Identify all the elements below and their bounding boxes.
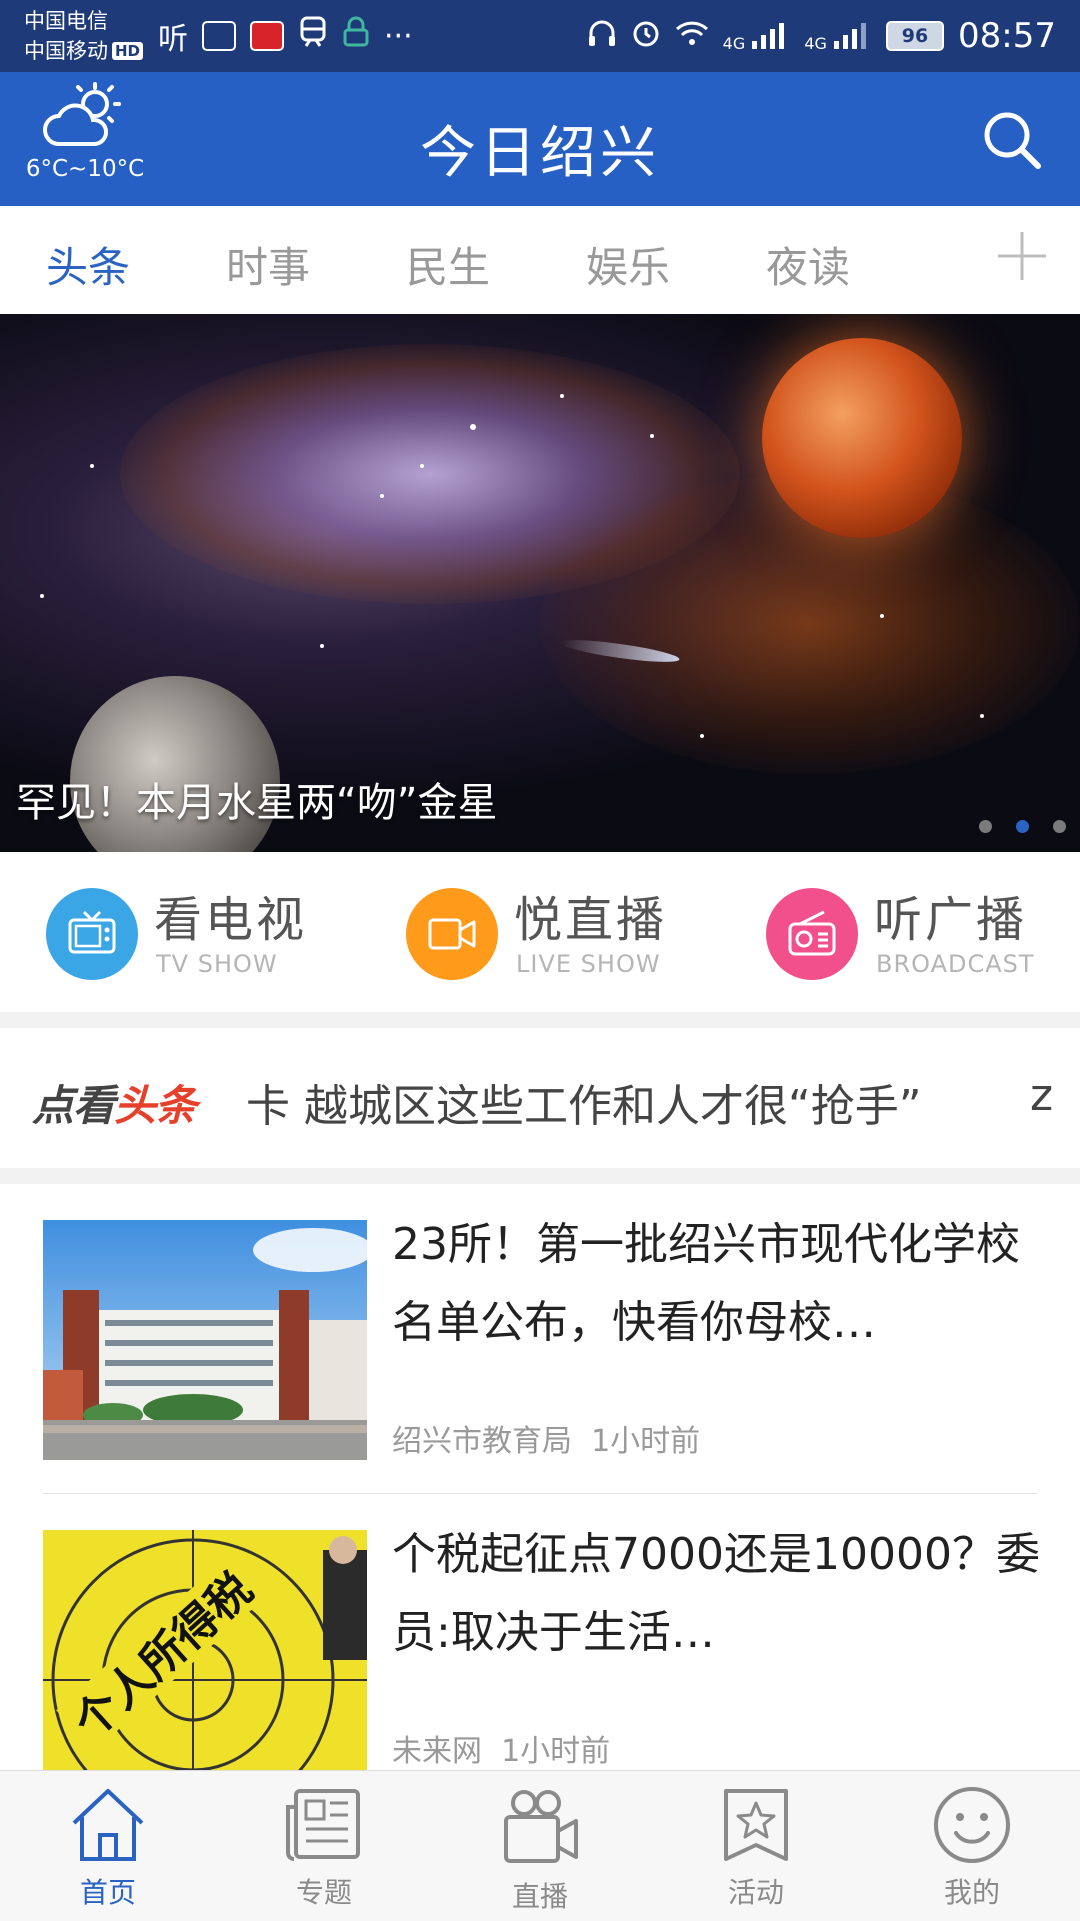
- radio-icon: [766, 888, 858, 980]
- carrier-1: 中国电信: [24, 9, 108, 33]
- star: [320, 644, 324, 648]
- star: [420, 464, 424, 468]
- signal-1-icon: 4G: [723, 21, 791, 52]
- news-time: 1小时前: [591, 1424, 701, 1459]
- alarm-icon: [631, 18, 661, 55]
- battery-indicator: 96: [886, 21, 945, 51]
- tv-show-entry[interactable]: 看电视 TV SHOW: [46, 886, 376, 986]
- news-time: 1小时前: [501, 1734, 611, 1769]
- news-thumbnail-school: [43, 1220, 367, 1460]
- carousel-dot-active[interactable]: [1016, 820, 1029, 833]
- smiley-icon: [934, 1787, 1010, 1863]
- nav-me-label: 我的: [943, 1876, 1000, 1909]
- section-divider: [0, 1168, 1080, 1184]
- ticker-headline[interactable]: 卡 越城区这些工作和人才很“抢手”: [246, 1070, 922, 1134]
- news-meta: 未来网 1小时前: [392, 1726, 610, 1770]
- listen-app-icon: 听: [158, 22, 188, 57]
- news-title[interactable]: 23所！第一批绍兴市现代化学校名单公布，快看你母校…: [392, 1206, 1042, 1362]
- ticker-logo: 点看头条: [32, 1081, 197, 1130]
- star: [470, 424, 476, 430]
- video-camera-icon: [504, 1790, 578, 1863]
- nav-activities[interactable]: 活动: [648, 1771, 864, 1921]
- wifi-icon: [675, 19, 709, 54]
- signal-2-icon: 4G: [804, 21, 872, 52]
- banner-caption[interactable]: 罕见！本月水星两“吻”金星: [16, 770, 497, 828]
- banner-carousel[interactable]: 罕见！本月水星两“吻”金星: [0, 314, 1080, 852]
- broadcast-sublabel: BROADCAST: [876, 950, 1035, 978]
- plus-icon: [998, 232, 1046, 280]
- carousel-dot[interactable]: [979, 820, 992, 833]
- news-item[interactable]: 个人所得税 个税起征点7000还是10000？委员:取决于生活… 未来网 1小时…: [0, 1494, 1080, 1804]
- app-header: 6°C~10°C 今日绍兴: [0, 72, 1080, 206]
- news-title[interactable]: 个税起征点7000还是10000？委员:取决于生活…: [392, 1516, 1042, 1672]
- star: [980, 714, 984, 718]
- nav-activities-label: 活动: [727, 1876, 784, 1909]
- carrier-2: 中国移动: [24, 39, 108, 63]
- search-icon: [984, 112, 1041, 169]
- star: [700, 734, 704, 738]
- carousel-dot[interactable]: [1053, 820, 1066, 833]
- app-title: 今日绍兴: [420, 121, 660, 186]
- star: [90, 464, 94, 468]
- notification-icons: 听 ···: [158, 14, 413, 58]
- tv-show-sublabel: TV SHOW: [156, 950, 278, 978]
- news-source: 未来网: [392, 1734, 482, 1769]
- headphones-icon: [587, 18, 617, 55]
- tab-entertainment[interactable]: 娱乐: [586, 234, 670, 295]
- star-bookmark-icon: [724, 1789, 788, 1861]
- news-meta: 绍兴市教育局 1小时前: [392, 1416, 700, 1460]
- nav-topics-label: 专题: [295, 1876, 352, 1909]
- carousel-indicators: [979, 820, 1066, 833]
- live-show-entry[interactable]: 悦直播 LIVE SHOW: [406, 886, 736, 986]
- clock: 08:57: [958, 16, 1056, 56]
- ticker-next-headline[interactable]: z: [1030, 1070, 1053, 1121]
- live-show-sublabel: LIVE SHOW: [516, 950, 661, 978]
- nav-home-label: 首页: [79, 1876, 136, 1909]
- search-button[interactable]: [980, 108, 1044, 172]
- tab-night-reading[interactable]: 夜读: [766, 234, 850, 295]
- bank-app-icon: [250, 21, 284, 51]
- add-tab-button[interactable]: [992, 226, 1052, 286]
- nav-live-label: 直播: [511, 1880, 568, 1913]
- headline-ticker[interactable]: 点看头条 卡 越城区这些工作和人才很“抢手” z: [0, 1028, 1080, 1168]
- quick-entries: 看电视 TV SHOW 悦直播 LIVE SHOW 听广播 BROADCAST: [0, 852, 1080, 1012]
- banner-planet-red: [762, 338, 962, 538]
- chart-app-icon: [202, 21, 236, 51]
- section-divider: [0, 1012, 1080, 1028]
- train-icon: [298, 16, 328, 56]
- nav-topics[interactable]: 专题: [216, 1771, 432, 1921]
- star: [560, 394, 564, 398]
- hd-badge: HD: [112, 42, 144, 60]
- star: [380, 494, 384, 498]
- news-item[interactable]: 23所！第一批绍兴市现代化学校名单公布，快看你母校… 绍兴市教育局 1小时前: [0, 1184, 1080, 1494]
- tab-headlines[interactable]: 头条: [46, 234, 130, 295]
- lock-chat-icon: [342, 16, 370, 56]
- nav-me[interactable]: 我的: [864, 1771, 1080, 1921]
- live-show-label: 悦直播: [514, 892, 668, 948]
- video-camera-icon: [406, 888, 498, 980]
- star: [40, 594, 44, 598]
- newspaper-icon: [286, 1789, 360, 1861]
- star: [880, 614, 884, 618]
- broadcast-entry[interactable]: 听广播 BROADCAST: [766, 886, 1080, 986]
- news-source: 绍兴市教育局: [392, 1424, 572, 1459]
- carrier-info: 中国电信 中国移动 HD: [24, 6, 144, 66]
- system-icons: 4G 4G 96 08:57: [587, 12, 1056, 60]
- broadcast-label: 听广播: [874, 892, 1028, 948]
- status-bar: 中国电信 中国移动 HD 听 ··· 4G 4G 96 08:57: [0, 0, 1080, 72]
- tab-current-affairs[interactable]: 时事: [226, 234, 310, 295]
- tv-icon: [46, 888, 138, 980]
- tv-show-label: 看电视: [154, 892, 308, 948]
- category-tabs: 头条 时事 民生 娱乐 夜读: [0, 206, 1080, 315]
- nav-home[interactable]: 首页: [0, 1771, 216, 1921]
- home-icon: [72, 1789, 144, 1861]
- star: [650, 434, 654, 438]
- news-thumbnail-tax: 个人所得税: [43, 1530, 367, 1770]
- nav-live[interactable]: 直播: [432, 1771, 648, 1921]
- more-notifications-icon: ···: [384, 18, 413, 54]
- bottom-navigation: 首页 专题 直播 活动 我的: [0, 1770, 1080, 1921]
- tab-livelihood[interactable]: 民生: [406, 234, 490, 295]
